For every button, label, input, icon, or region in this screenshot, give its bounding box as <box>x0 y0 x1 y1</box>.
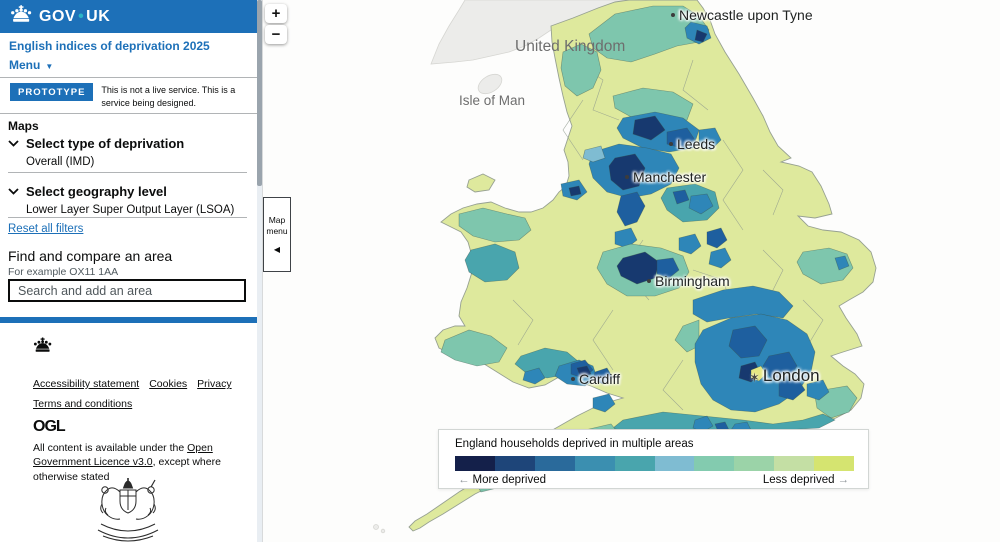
search-input[interactable] <box>8 279 246 302</box>
footer-link-privacy[interactable]: Privacy <box>197 378 231 390</box>
filter-geography-level-toggle[interactable]: Select geography level <box>8 184 234 199</box>
legend-less-deprived: Less deprived → <box>763 474 852 486</box>
city-dot-icon <box>571 377 575 382</box>
city-dot-icon <box>669 142 673 147</box>
map-legend: England households deprived in multiple … <box>438 429 869 489</box>
legend-more-deprived: ← More deprived <box>455 474 546 486</box>
filter-deprivation-type-toggle[interactable]: Select type of deprivation <box>8 136 184 151</box>
legend-title: England households deprived in multiple … <box>455 438 694 450</box>
logo-uk: UK <box>86 7 111 25</box>
city-name: Birmingham <box>655 273 730 289</box>
city-dot-icon <box>625 175 629 180</box>
city-dot-icon <box>647 279 651 284</box>
zoom-control: + − <box>265 4 287 44</box>
divider <box>8 172 247 173</box>
prototype-badge: PROTOTYPE <box>10 83 94 101</box>
royal-coat-of-arms <box>93 478 163 542</box>
filter-deprivation-type-value: Overall (IMD) <box>26 156 95 168</box>
city-name: Newcastle upon Tyne <box>679 7 813 23</box>
arrow-right-icon: → <box>837 474 850 486</box>
legend-gradient <box>455 456 855 471</box>
crown-icon <box>10 4 32 29</box>
city-name: Cardiff <box>579 371 620 387</box>
sidebar: GOV • UK English indices of deprivation 20… <box>0 0 257 542</box>
map-label-isle-of-man: Isle of Man <box>459 93 525 108</box>
zoom-in-button[interactable]: + <box>265 4 287 23</box>
map-menu-button[interactable]: Map menu ◀ <box>263 197 291 272</box>
service-name-link[interactable]: English indices of deprivation 2025 <box>9 39 210 53</box>
arrow-left-icon: ← <box>458 474 470 486</box>
legend-labels: ← More deprived Less deprived → <box>455 474 852 486</box>
chevron-down-icon <box>8 188 19 195</box>
divider <box>8 217 247 218</box>
filter-geography-level: Select geography level Lower Layer Super… <box>8 184 234 216</box>
map-area[interactable]: Newcastle upon Tyne United Kingdom Isle … <box>262 0 1000 542</box>
divider <box>0 77 257 78</box>
ogl-logo: OGL <box>33 418 66 435</box>
less-deprived-label: Less deprived <box>762 474 835 486</box>
map-label-manchester: Manchester <box>625 169 706 185</box>
maps-heading: Maps <box>8 119 39 133</box>
govuk-header: GOV • UK <box>0 0 257 33</box>
chevron-down-icon: ▼ <box>45 62 54 71</box>
map-menu-label: Map menu <box>266 215 288 236</box>
collapse-left-icon: ◀ <box>273 245 281 255</box>
find-area-hint: For example OX11 1AA <box>8 266 119 278</box>
license-pre: All content is available under the <box>33 442 188 454</box>
anglesey-shape <box>466 173 496 193</box>
filter-title: Select geography level <box>26 184 167 199</box>
prototype-banner: PROTOTYPE This is not a live service. Th… <box>10 83 250 110</box>
city-name: Manchester <box>633 169 707 185</box>
capital-star-icon: ✶ <box>749 370 760 385</box>
city-name: Leeds <box>677 136 716 152</box>
city-name: London <box>762 366 820 385</box>
filter-deprivation-type: Select type of deprivation Overall (IMD) <box>8 136 184 168</box>
app: GOV • UK English indices of deprivation 20… <box>0 0 1000 542</box>
city-dot-icon <box>671 13 675 18</box>
filter-title: Select type of deprivation <box>26 136 185 151</box>
map-label-cardiff: Cardiff <box>571 371 620 387</box>
map-label-birmingham: Birmingham <box>647 273 730 289</box>
menu-button[interactable]: Menu ▼ <box>9 58 53 72</box>
section-divider-bar <box>0 317 257 323</box>
find-area-heading: Find and compare an area <box>8 248 173 264</box>
chevron-down-icon <box>8 140 19 147</box>
govuk-logo: GOV • UK <box>39 8 110 26</box>
reset-filters-link[interactable]: Reset all filters <box>8 223 83 235</box>
footer-links: Accessibility statement Cookies Privacy Te… <box>33 374 243 414</box>
footer-link-accessibility[interactable]: Accessibility statement <box>33 378 139 390</box>
menu-label: Menu <box>9 58 41 72</box>
zoom-out-button[interactable]: − <box>265 25 287 44</box>
country-name: United Kingdom <box>515 38 626 55</box>
map-label-leeds: Leeds <box>669 136 715 152</box>
logo-dot: • <box>78 7 85 25</box>
logo-gov: GOV <box>39 7 77 25</box>
more-deprived-label: More deprived <box>472 474 547 486</box>
footer-link-cookies[interactable]: Cookies <box>149 378 187 390</box>
map-label-london: ✶ London <box>749 366 820 386</box>
footer-link-terms[interactable]: Terms and conditions <box>33 398 132 410</box>
filter-geography-level-value: Lower Layer Super Output Layer (LSOA) <box>26 204 235 216</box>
crown-icon <box>33 337 52 359</box>
island-name: Isle of Man <box>459 93 526 108</box>
map-label-newcastle: Newcastle upon Tyne <box>671 7 813 23</box>
divider <box>0 113 257 114</box>
prototype-text: This is not a live service. This is a se… <box>101 85 236 109</box>
map-label-united-kingdom: United Kingdom <box>515 38 625 56</box>
